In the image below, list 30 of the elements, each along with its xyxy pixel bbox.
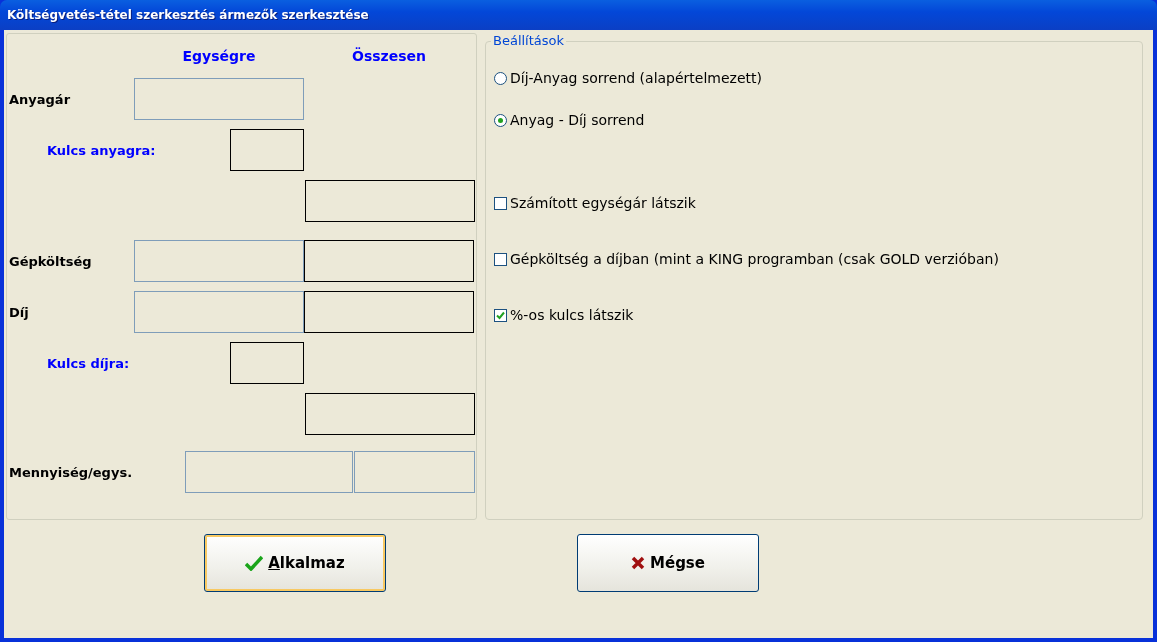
radio-button[interactable] xyxy=(494,113,507,127)
group-title: Beállítások xyxy=(491,33,567,48)
input-field[interactable] xyxy=(304,291,474,333)
option-label[interactable]: Számított egységár látszik xyxy=(510,195,696,211)
option-label[interactable]: Anyag - Díj sorrend xyxy=(510,112,645,128)
cancel-button[interactable]: Mégse xyxy=(577,534,759,592)
option-label[interactable]: Gépköltség a díjban (mint a KING programban (csak GOLD verzióban) xyxy=(510,251,999,267)
option-label[interactable]: %-os kulcs látszik xyxy=(510,307,634,323)
checkbox[interactable] xyxy=(494,252,507,266)
column-header: Összesen xyxy=(351,48,427,66)
key-label: Kulcs anyagra: xyxy=(46,142,157,158)
input-field[interactable] xyxy=(230,342,304,384)
checkbox[interactable] xyxy=(494,196,507,210)
apply-button[interactable]: Alkalmaz xyxy=(204,534,386,592)
input-field[interactable] xyxy=(230,129,304,171)
input-field[interactable] xyxy=(304,240,474,282)
row-label: Díj xyxy=(8,304,30,320)
input-field[interactable] xyxy=(305,393,475,435)
close-icon xyxy=(631,556,645,570)
window-title: Költségvetés-tétel szerkesztés ármezők szerkesztése xyxy=(7,8,369,22)
row-label: Mennyiség/egys. xyxy=(8,464,134,480)
checkbox[interactable] xyxy=(494,308,507,322)
row-label: Gépköltség xyxy=(8,253,93,269)
input-field[interactable] xyxy=(305,180,475,222)
check-icon xyxy=(245,555,264,571)
row-label: Anyagár xyxy=(8,91,72,107)
radio-button[interactable] xyxy=(494,71,507,85)
key-label: Kulcs díjra: xyxy=(46,355,131,371)
column-header: Egységre xyxy=(181,48,257,66)
option-label[interactable]: Díj-Anyag sorrend (alapértelmezett) xyxy=(510,70,762,86)
